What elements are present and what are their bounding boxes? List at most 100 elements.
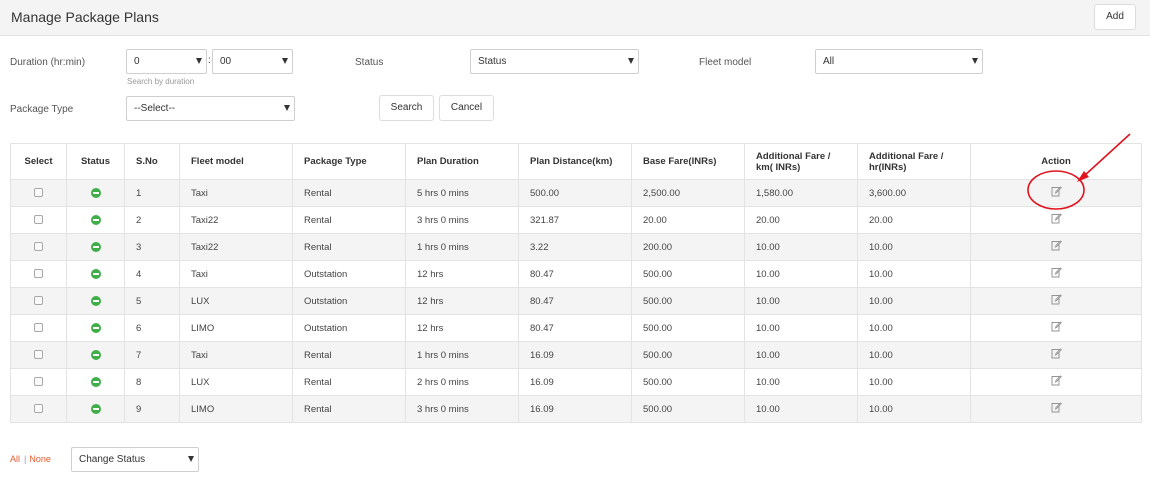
cell-action	[970, 287, 1142, 315]
chevron-down-icon	[972, 58, 978, 64]
cell-select	[10, 341, 67, 369]
cell-plan-duration: 12 hrs	[405, 287, 519, 315]
cell-additional-fare-hr: 10.00	[857, 314, 971, 342]
add-button[interactable]: Add	[1094, 4, 1136, 30]
status-select[interactable]: Status	[470, 49, 639, 74]
row-checkbox[interactable]	[34, 242, 43, 252]
cell-plan-duration: 3 hrs 0 mins	[405, 206, 519, 234]
cell-base-fare: 500.00	[631, 368, 745, 396]
row-checkbox[interactable]	[34, 350, 43, 360]
cell-fleet-model: Taxi	[179, 260, 293, 288]
package-type-select[interactable]: --Select--	[126, 96, 295, 121]
cell-plan-duration: 12 hrs	[405, 314, 519, 342]
status-active-icon[interactable]	[90, 241, 101, 252]
cell-fleet-model: LUX	[179, 287, 293, 315]
duration-minutes-select[interactable]: 00	[212, 49, 293, 74]
fleet-model-label: Fleet model	[699, 57, 752, 68]
status-active-icon[interactable]	[90, 187, 101, 198]
edit-icon[interactable]	[1051, 375, 1062, 389]
cell-fleet-model: LIMO	[179, 395, 293, 423]
row-checkbox[interactable]	[34, 296, 43, 306]
change-status-value: Change Status	[79, 454, 146, 465]
cell-base-fare: 200.00	[631, 233, 745, 261]
cell-additional-fare-km: 10.00	[744, 395, 858, 423]
cell-additional-fare-km: 10.00	[744, 233, 858, 261]
edit-icon[interactable]	[1051, 267, 1062, 281]
status-label: Status	[355, 57, 384, 68]
cell-status	[66, 395, 125, 423]
table-row: 5 LUX Outstation 12 hrs 80.47 500.00 10.00 10.0…	[10, 287, 1142, 315]
status-active-icon[interactable]	[90, 268, 101, 279]
cell-base-fare: 500.00	[631, 314, 745, 342]
edit-icon[interactable]	[1051, 213, 1062, 227]
status-active-icon[interactable]	[90, 403, 101, 414]
package-plans-table: Select Status S.No Fleet model Package T…	[10, 143, 1142, 423]
cell-additional-fare-km: 10.00	[744, 287, 858, 315]
status-active-icon[interactable]	[90, 349, 101, 360]
edit-icon[interactable]	[1051, 348, 1062, 362]
cell-status	[66, 260, 125, 288]
fleet-model-select[interactable]: All	[815, 49, 983, 74]
col-header-plan-duration: Plan Duration	[405, 143, 519, 180]
change-status-select[interactable]: Change Status	[71, 447, 199, 472]
cell-action	[970, 368, 1142, 396]
table-row: 6 LIMO Outstation 12 hrs 80.47 500.00 10.00 10.…	[10, 314, 1142, 342]
cell-sno: 7	[124, 341, 180, 369]
cell-additional-fare-hr: 10.00	[857, 368, 971, 396]
col-header-base-fare: Base Fare(INRs)	[631, 143, 745, 180]
row-checkbox[interactable]	[34, 269, 43, 279]
cell-sno: 4	[124, 260, 180, 288]
cell-package-type: Rental	[292, 368, 406, 396]
select-all-link[interactable]: All	[10, 454, 20, 464]
cell-plan-duration: 12 hrs	[405, 260, 519, 288]
row-checkbox[interactable]	[34, 377, 43, 387]
status-select-value: Status	[478, 56, 507, 67]
status-active-icon[interactable]	[90, 214, 101, 225]
row-checkbox[interactable]	[34, 323, 43, 333]
cell-additional-fare-km: 10.00	[744, 314, 858, 342]
cell-select	[10, 368, 67, 396]
cell-action	[970, 206, 1142, 234]
table-row: 8 LUX Rental 2 hrs 0 mins 16.09 500.00 10.00 10…	[10, 368, 1142, 396]
cell-fleet-model: Taxi	[179, 179, 293, 207]
cell-plan-distance: 80.47	[518, 287, 632, 315]
cell-fleet-model: Taxi	[179, 341, 293, 369]
cell-select	[10, 206, 67, 234]
cell-status	[66, 287, 125, 315]
cell-status	[66, 341, 125, 369]
duration-hours-select[interactable]: 0	[126, 49, 207, 74]
edit-icon[interactable]	[1051, 240, 1062, 254]
table-row: 7 Taxi Rental 1 hrs 0 mins 16.09 500.00 10.00 1…	[10, 341, 1142, 369]
row-checkbox[interactable]	[34, 215, 43, 225]
row-checkbox[interactable]	[34, 188, 43, 198]
cell-sno: 5	[124, 287, 180, 315]
edit-icon[interactable]	[1051, 402, 1062, 416]
chevron-down-icon	[188, 456, 194, 462]
status-active-icon[interactable]	[90, 322, 101, 333]
cancel-button[interactable]: Cancel	[439, 95, 494, 121]
cell-base-fare: 500.00	[631, 287, 745, 315]
status-active-icon[interactable]	[90, 376, 101, 387]
cell-sno: 3	[124, 233, 180, 261]
cell-action	[970, 395, 1142, 423]
edit-icon[interactable]	[1051, 321, 1062, 335]
col-header-fleet-model: Fleet model	[179, 143, 293, 180]
cell-package-type: Rental	[292, 179, 406, 207]
duration-hint: Search by duration	[127, 77, 195, 86]
edit-icon[interactable]	[1051, 186, 1062, 200]
status-active-icon[interactable]	[90, 295, 101, 306]
edit-icon[interactable]	[1051, 294, 1062, 308]
cell-status	[66, 206, 125, 234]
cell-fleet-model: Taxi22	[179, 233, 293, 261]
cell-base-fare: 500.00	[631, 395, 745, 423]
cell-plan-duration: 5 hrs 0 mins	[405, 179, 519, 207]
search-button[interactable]: Search	[379, 95, 434, 121]
select-none-link[interactable]: None	[29, 454, 51, 464]
cell-select	[10, 260, 67, 288]
cell-fleet-model: Taxi22	[179, 206, 293, 234]
cell-base-fare: 20.00	[631, 206, 745, 234]
cell-select	[10, 287, 67, 315]
row-checkbox[interactable]	[34, 404, 43, 414]
cell-base-fare: 2,500.00	[631, 179, 745, 207]
cell-plan-duration: 2 hrs 0 mins	[405, 368, 519, 396]
